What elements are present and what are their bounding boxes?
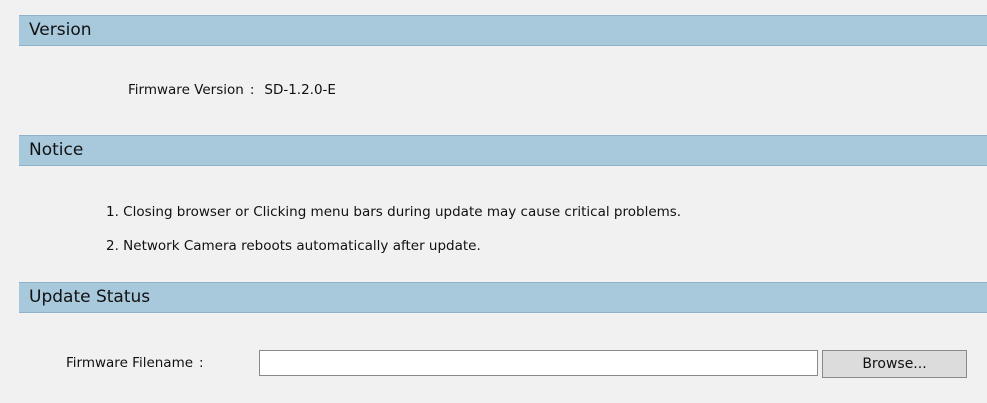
update-status-section-title: Update Status: [29, 287, 151, 307]
version-section-header: Version: [19, 15, 987, 46]
firmware-version-label: Firmware Version: [128, 82, 244, 98]
notice-section-header: Notice: [19, 135, 987, 166]
browse-button[interactable]: Browse...: [822, 350, 967, 378]
notice-item: 2. Network Camera reboots automatically …: [106, 238, 481, 254]
update-status-section-header: Update Status: [19, 282, 987, 313]
firmware-filename-label: Firmware Filename: [66, 355, 194, 371]
version-section-title: Version: [29, 20, 92, 40]
firmware-filename-separator: :: [199, 355, 204, 371]
notice-section-title: Notice: [29, 140, 84, 160]
firmware-version-separator: :: [249, 82, 255, 98]
firmware-version-value: SD-1.2.0-E: [264, 82, 336, 98]
notice-item: 1. Closing browser or Clicking menu bars…: [106, 204, 682, 220]
firmware-filename-input[interactable]: [259, 350, 818, 376]
firmware-version-row: Firmware Version: SD-1.2.0-E: [128, 82, 336, 98]
firmware-filename-row: Firmware Filename:: [66, 355, 214, 371]
